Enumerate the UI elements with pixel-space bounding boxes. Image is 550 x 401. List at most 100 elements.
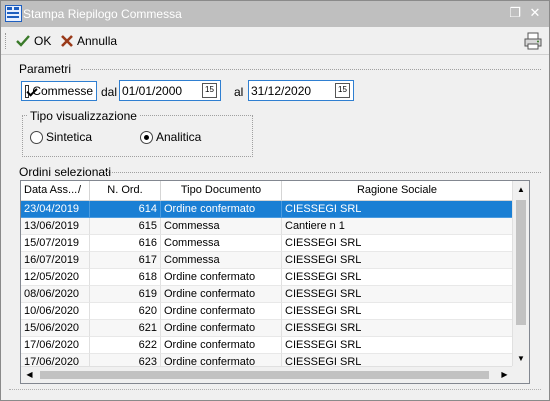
close-icon[interactable]: ✕ bbox=[527, 5, 543, 21]
cell-numero-ordine: 617 bbox=[90, 252, 161, 269]
cell-tipo-documento: Ordine confermato bbox=[161, 201, 282, 218]
restore-icon[interactable]: ❐ bbox=[507, 5, 523, 21]
dal-label: dal bbox=[101, 85, 118, 99]
parametri-divider bbox=[81, 69, 541, 70]
cell-ragione-sociale: CIESSEGI SRL bbox=[282, 337, 513, 354]
table-row[interactable]: 23/04/2019 614 Ordine confermato CIESSEGI S… bbox=[21, 201, 513, 218]
cell-tipo-documento: Ordine confermato bbox=[161, 320, 282, 337]
column-header-tipo-documento[interactable]: Tipo Documento bbox=[161, 181, 282, 201]
radio-sintetica-label: Sintetica bbox=[46, 130, 93, 144]
scroll-left-icon[interactable]: ◀ bbox=[21, 367, 38, 383]
cell-numero-ordine: 616 bbox=[90, 235, 161, 252]
cell-ragione-sociale: CIESSEGI SRL bbox=[282, 286, 513, 303]
cell-data-assegnazione: 23/04/2019 bbox=[21, 201, 90, 218]
cell-tipo-documento: Commessa bbox=[161, 218, 282, 235]
cell-ragione-sociale: CIESSEGI SRL bbox=[282, 303, 513, 320]
cell-tipo-documento: Ordine confermato bbox=[161, 337, 282, 354]
al-label: al bbox=[234, 85, 244, 99]
horizontal-scroll-thumb[interactable] bbox=[40, 371, 489, 379]
cell-data-assegnazione: 17/06/2020 bbox=[21, 337, 90, 354]
cell-numero-ordine: 622 bbox=[90, 337, 161, 354]
cell-data-assegnazione: 13/06/2019 bbox=[21, 218, 90, 235]
toolbar-grip[interactable] bbox=[5, 33, 8, 49]
horizontal-scrollbar[interactable]: ◀ ▶ bbox=[21, 366, 513, 383]
radio-unchecked-icon bbox=[30, 130, 43, 144]
grid-header: Data Ass... / N. Ord. Tipo Documento Rag… bbox=[21, 181, 513, 201]
cell-data-assegnazione: 15/07/2019 bbox=[21, 235, 90, 252]
commesse-checkbox[interactable]: Commesse bbox=[21, 81, 97, 101]
cell-data-assegnazione: 15/06/2020 bbox=[21, 320, 90, 337]
table-row[interactable]: 17/06/2020 622 Ordine confermato CIESSEGI S… bbox=[21, 337, 513, 354]
cell-numero-ordine: 618 bbox=[90, 269, 161, 286]
vertical-scrollbar[interactable]: ▲ ▼ bbox=[512, 181, 529, 367]
status-bar bbox=[9, 389, 541, 397]
grid-body: 23/04/2019 614 Ordine confermato CIESSEGI S… bbox=[21, 201, 513, 371]
ordini-grid[interactable]: Data Ass... / N. Ord. Tipo Documento Rag… bbox=[20, 180, 530, 384]
title-bar[interactable]: Stampa Riepilogo Commessa ❐ ✕ bbox=[1, 1, 549, 27]
checkmark-icon bbox=[16, 35, 30, 47]
dal-date-input[interactable] bbox=[122, 82, 202, 99]
table-row[interactable]: 15/06/2020 621 Ordine confermato CIESSEGI S… bbox=[21, 320, 513, 337]
cell-ragione-sociale: CIESSEGI SRL bbox=[282, 235, 513, 252]
cell-data-assegnazione: 12/05/2020 bbox=[21, 269, 90, 286]
cell-numero-ordine: 614 bbox=[90, 201, 161, 218]
cell-numero-ordine: 619 bbox=[90, 286, 161, 303]
al-date-input[interactable] bbox=[251, 82, 331, 99]
table-row[interactable]: 15/07/2019 616 Commessa CIESSEGI SRL bbox=[21, 235, 513, 252]
window-title: Stampa Riepilogo Commessa bbox=[23, 7, 182, 21]
cell-ragione-sociale: CIESSEGI SRL bbox=[282, 320, 513, 337]
cell-data-assegnazione: 08/06/2020 bbox=[21, 286, 90, 303]
checkbox-checked-icon bbox=[25, 84, 30, 98]
cell-numero-ordine: 620 bbox=[90, 303, 161, 320]
cell-tipo-documento: Ordine confermato bbox=[161, 286, 282, 303]
table-row[interactable]: 16/07/2019 617 Commessa CIESSEGI SRL bbox=[21, 252, 513, 269]
ok-button[interactable]: OK bbox=[15, 31, 51, 51]
cell-data-assegnazione: 16/07/2019 bbox=[21, 252, 90, 269]
scroll-right-icon[interactable]: ▶ bbox=[496, 367, 513, 383]
vertical-scroll-thumb[interactable] bbox=[516, 200, 526, 325]
cell-ragione-sociale: CIESSEGI SRL bbox=[282, 252, 513, 269]
cell-numero-ordine: 621 bbox=[90, 320, 161, 337]
cell-numero-ordine: 615 bbox=[90, 218, 161, 235]
radio-analitica[interactable]: Analitica bbox=[140, 130, 201, 144]
cell-tipo-documento: Ordine confermato bbox=[161, 269, 282, 286]
toolbar: OK Annulla bbox=[1, 27, 549, 55]
scroll-down-icon[interactable]: ▼ bbox=[513, 350, 529, 367]
printer-icon[interactable] bbox=[523, 31, 543, 51]
ordini-label: Ordini selezionati bbox=[19, 165, 112, 179]
radio-analitica-label: Analitica bbox=[156, 130, 202, 144]
parametri-label: Parametri bbox=[19, 62, 72, 76]
ok-label: OK bbox=[34, 34, 52, 48]
column-header-data[interactable]: Data Ass... / bbox=[21, 181, 90, 201]
cancel-label: Annulla bbox=[77, 34, 118, 48]
sort-icon: / bbox=[77, 184, 81, 196]
calendar-icon[interactable]: 15 bbox=[335, 83, 350, 98]
app-icon bbox=[5, 5, 22, 22]
table-row[interactable]: 12/05/2020 618 Ordine confermato CIESSEGI S… bbox=[21, 269, 513, 286]
table-row[interactable]: 10/06/2020 620 Ordine confermato CIESSEGI S… bbox=[21, 303, 513, 320]
cell-tipo-documento: Ordine confermato bbox=[161, 303, 282, 320]
column-header-data-label: Data Ass... bbox=[24, 184, 78, 196]
al-date-field[interactable]: 15 bbox=[248, 80, 354, 101]
cell-ragione-sociale: CIESSEGI SRL bbox=[282, 269, 513, 286]
cell-tipo-documento: Commessa bbox=[161, 235, 282, 252]
scroll-up-icon[interactable]: ▲ bbox=[513, 181, 529, 198]
cell-ragione-sociale: CIESSEGI SRL bbox=[282, 201, 513, 218]
cancel-button[interactable]: Annulla bbox=[60, 31, 117, 51]
radio-checked-icon bbox=[140, 130, 153, 144]
cross-icon bbox=[61, 35, 73, 47]
column-header-ragione-sociale[interactable]: Ragione Sociale bbox=[282, 181, 513, 201]
dal-date-field[interactable]: 15 bbox=[119, 80, 221, 101]
table-row[interactable]: 13/06/2019 615 Commessa Cantiere n 1 bbox=[21, 218, 513, 235]
radio-sintetica[interactable]: Sintetica bbox=[30, 130, 92, 144]
cell-tipo-documento: Commessa bbox=[161, 252, 282, 269]
cell-ragione-sociale: Cantiere n 1 bbox=[282, 218, 513, 235]
scrollbar-corner bbox=[512, 366, 529, 383]
ordini-divider bbox=[104, 172, 541, 173]
commesse-label: Commesse bbox=[32, 84, 93, 98]
calendar-icon[interactable]: 15 bbox=[202, 83, 217, 98]
tipo-visualizzazione-label: Tipo visualizzazione bbox=[28, 109, 139, 123]
table-row[interactable]: 08/06/2020 619 Ordine confermato CIESSEGI S… bbox=[21, 286, 513, 303]
column-header-n-ord[interactable]: N. Ord. bbox=[90, 181, 161, 201]
cell-data-assegnazione: 10/06/2020 bbox=[21, 303, 90, 320]
